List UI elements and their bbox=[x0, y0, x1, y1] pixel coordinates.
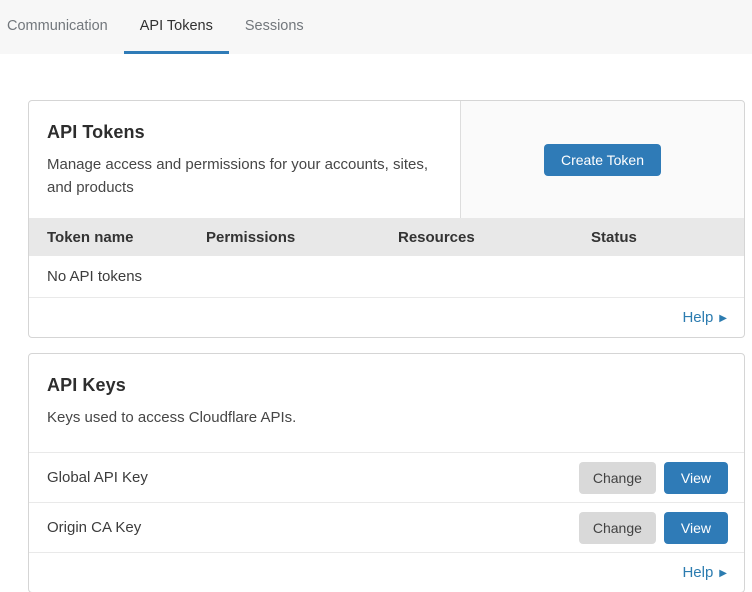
api-tokens-card-header: API Tokens Manage access and permissions… bbox=[29, 101, 744, 218]
column-status: Status bbox=[591, 229, 744, 246]
api-keys-card-footer: Help ▶ bbox=[29, 553, 744, 592]
tab-communication[interactable]: Communication bbox=[6, 0, 124, 54]
settings-tab-bar: Communication API Tokens Sessions bbox=[0, 0, 752, 54]
api-tokens-description: Manage access and permissions for your a… bbox=[47, 153, 442, 200]
api-keys-description: Keys used to access Cloudflare APIs. bbox=[47, 406, 443, 429]
tokens-empty-state: No API tokens bbox=[29, 256, 744, 298]
api-tokens-help-link[interactable]: Help ▶ bbox=[682, 309, 727, 326]
help-link-label: Help bbox=[682, 564, 713, 581]
api-keys-card-header: API Keys Keys used to access Cloudflare … bbox=[29, 354, 744, 453]
key-name: Origin CA Key bbox=[47, 519, 141, 536]
column-permissions: Permissions bbox=[206, 229, 398, 246]
key-row-actions: Change View bbox=[579, 462, 728, 494]
api-keys-title: API Keys bbox=[47, 375, 726, 396]
key-name: Global API Key bbox=[47, 469, 148, 486]
api-tokens-card-actions: Create Token bbox=[460, 101, 744, 218]
key-row-global-api-key: Global API Key Change View bbox=[29, 453, 744, 503]
view-origin-ca-key-button[interactable]: View bbox=[664, 512, 728, 544]
view-global-api-key-button[interactable]: View bbox=[664, 462, 728, 494]
api-keys-card: API Keys Keys used to access Cloudflare … bbox=[28, 353, 745, 592]
api-tokens-card-intro: API Tokens Manage access and permissions… bbox=[29, 101, 460, 218]
tab-sessions[interactable]: Sessions bbox=[229, 0, 320, 54]
change-global-api-key-button[interactable]: Change bbox=[579, 462, 656, 494]
api-tokens-card-footer: Help ▶ bbox=[29, 298, 744, 337]
help-arrow-icon: ▶ bbox=[719, 568, 727, 579]
api-keys-help-link[interactable]: Help ▶ bbox=[682, 564, 727, 581]
column-token-name: Token name bbox=[29, 229, 206, 246]
key-row-actions: Change View bbox=[579, 512, 728, 544]
api-tokens-title: API Tokens bbox=[47, 122, 442, 143]
help-link-label: Help bbox=[682, 309, 713, 326]
tab-api-tokens[interactable]: API Tokens bbox=[124, 0, 229, 54]
column-resources: Resources bbox=[398, 229, 591, 246]
create-token-button[interactable]: Create Token bbox=[544, 144, 661, 176]
change-origin-ca-key-button[interactable]: Change bbox=[579, 512, 656, 544]
help-arrow-icon: ▶ bbox=[719, 313, 727, 324]
tokens-table-header: Token name Permissions Resources Status bbox=[29, 218, 744, 256]
key-row-origin-ca-key: Origin CA Key Change View bbox=[29, 503, 744, 553]
api-tokens-card: API Tokens Manage access and permissions… bbox=[28, 100, 745, 338]
